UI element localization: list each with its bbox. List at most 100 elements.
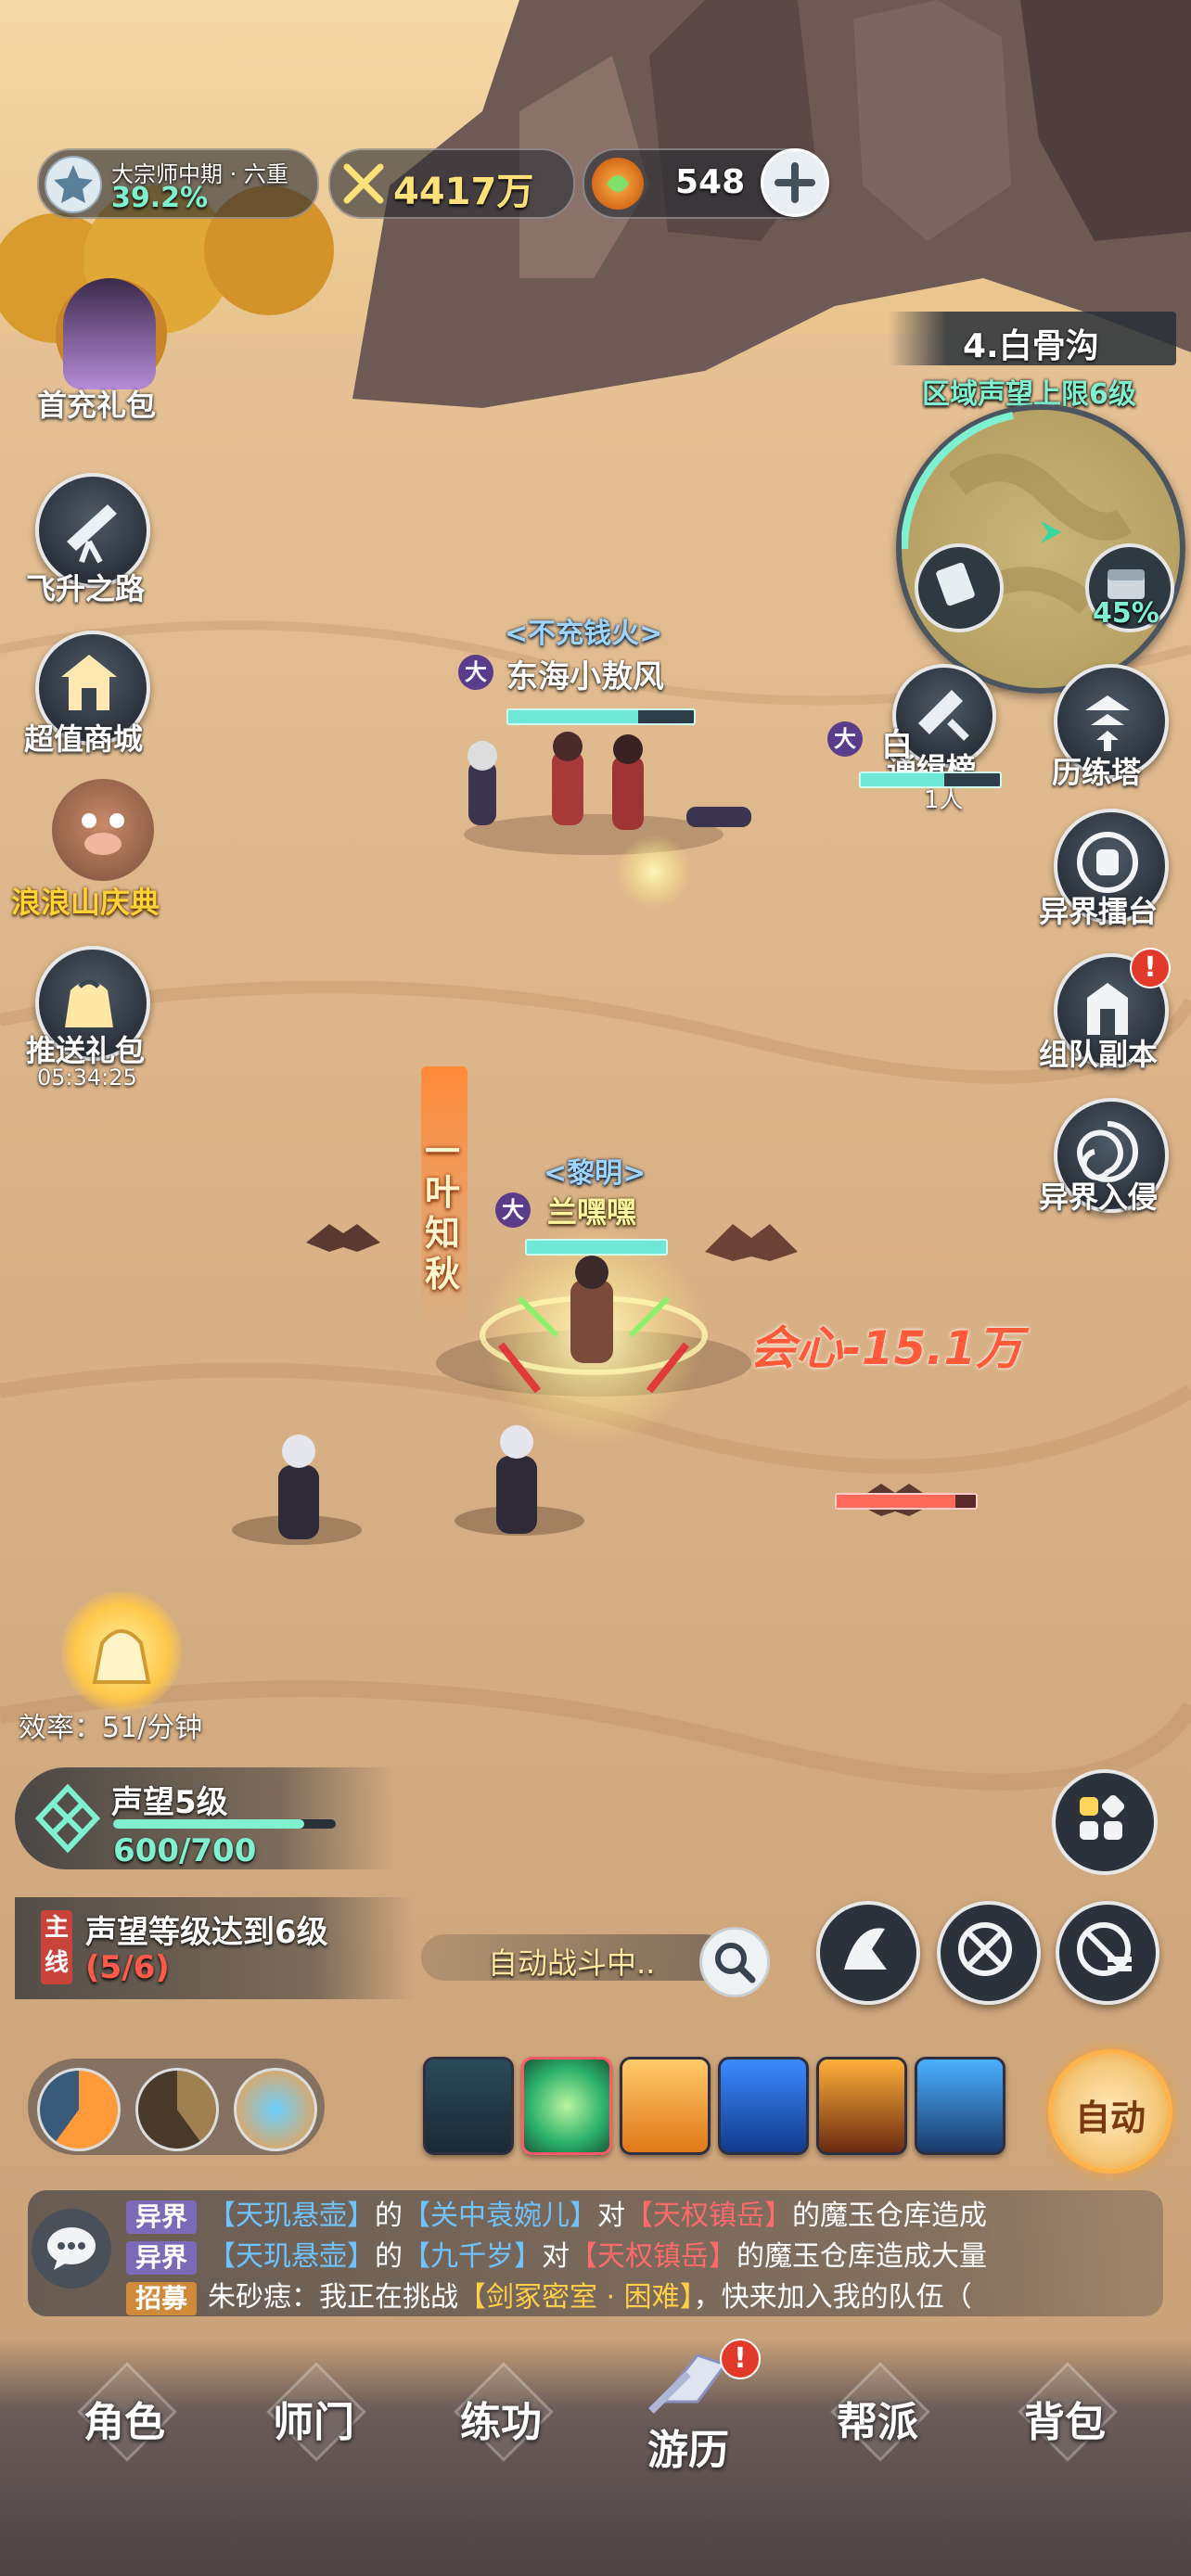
nav-travel-label: 游历 xyxy=(647,2427,729,2474)
power-value: 4417万 xyxy=(393,171,534,213)
main-quest-panel[interactable]: 主线 声望等级达到6级 (5/6) xyxy=(15,1897,414,1999)
arena-button[interactable]: 异界擂台 xyxy=(1030,803,1187,942)
buff-tray xyxy=(28,2059,325,2155)
festival-label: 浪浪山庆典 xyxy=(11,885,160,920)
value-shop-button[interactable]: 超值商城 xyxy=(24,631,173,770)
player-guild: <黎明> xyxy=(544,1157,647,1190)
rank-emblem-icon xyxy=(45,156,102,213)
chat-tag: 异界 xyxy=(126,2200,198,2234)
quest-progress: (5/6) xyxy=(85,1949,170,1986)
grid-menu-icon xyxy=(1080,1794,1125,1840)
crit-damage-text: 会心-15.1万 xyxy=(749,1321,1023,1375)
trial-tower-label: 历练塔 xyxy=(1052,755,1142,790)
skill-dash-button[interactable] xyxy=(816,1901,920,2005)
reputation-progress-bar xyxy=(113,1819,336,1829)
invasion-label: 异界入侵 xyxy=(1039,1180,1159,1215)
buff-meditate-icon[interactable] xyxy=(37,2068,121,2151)
arena-label: 异界擂台 xyxy=(1039,894,1159,929)
map-book-icon xyxy=(936,562,975,606)
jade-currency-icon xyxy=(592,158,644,210)
zone-name: 4.白骨沟 xyxy=(963,327,1099,365)
efficiency-label: 效率：51/分钟 xyxy=(19,1712,203,1744)
skill-target-settings-button[interactable] xyxy=(1056,1901,1159,2005)
power-panel: 4417万 xyxy=(328,148,575,219)
menu-grid-button[interactable] xyxy=(1052,1769,1158,1875)
nav-bag-label: 背包 xyxy=(1024,2399,1106,2446)
nav-practice[interactable]: 练功 xyxy=(436,2362,566,2465)
npc2-hp-bar xyxy=(859,772,1002,788)
team-dungeon-button[interactable]: ! 组队副本 xyxy=(1030,948,1187,1087)
buff-shield-icon[interactable] xyxy=(135,2068,219,2151)
nav-sect[interactable]: 师门 xyxy=(249,2362,378,2465)
chat-line-3: 招募 朱砂痣：我正在挑战【剑冢密室 · 困难】，快来加入我的队伍（ xyxy=(126,2274,972,2315)
rank-progress: 39.2% xyxy=(111,182,209,214)
rank-panel[interactable]: 大宗师中期 · 六重 39.2% xyxy=(37,148,319,219)
skill-slot-6[interactable] xyxy=(915,2057,1005,2155)
map-book-button[interactable] xyxy=(915,543,1004,632)
efficiency-bag-button[interactable] xyxy=(61,1591,182,1712)
chat-line-1: 异界 【天玑悬壶】的【关中袁婉儿】对【天权镇岳】的魔玉仓库造成 xyxy=(126,2192,987,2234)
plus-icon xyxy=(775,162,815,203)
trial-tower-button[interactable]: 历练塔 xyxy=(1039,658,1178,797)
travel-alert-badge-icon: ! xyxy=(720,2339,761,2379)
skill-slot-4[interactable] xyxy=(718,2057,809,2155)
auto-button-label: 自动 xyxy=(1074,2098,1146,2138)
ascension-road-label: 飞升之路 xyxy=(26,571,146,606)
dash-kick-icon xyxy=(844,1928,887,1970)
nav-travel[interactable]: ! 游历 xyxy=(623,2337,761,2476)
player-rank-badge: 大 xyxy=(495,1192,531,1228)
chat-bubble-button[interactable] xyxy=(32,2209,111,2289)
npc1-guild: <不充钱火> xyxy=(505,618,663,650)
skill-target-button[interactable] xyxy=(937,1901,1041,2005)
player-name: 兰嘿嘿 xyxy=(547,1194,637,1230)
nav-guild[interactable]: 帮派 xyxy=(813,2362,942,2465)
skill-slot-2[interactable] xyxy=(521,2057,612,2155)
npc1-rank-badge: 大 xyxy=(458,655,493,690)
invasion-button[interactable]: 异界入侵 xyxy=(1030,1092,1187,1231)
skill-slot-1[interactable] xyxy=(423,2057,514,2155)
npc1-hp-bar xyxy=(506,708,696,725)
player-hp-bar xyxy=(525,1239,668,1256)
npc2-rank-badge: 大 xyxy=(827,721,863,757)
npc2-name: 白 xyxy=(881,727,913,764)
crosshair-icon xyxy=(958,1922,1012,1976)
nav-guild-label: 帮派 xyxy=(837,2399,918,2446)
skill-slot-5[interactable] xyxy=(816,2057,907,2155)
girl-avatar-icon xyxy=(63,278,156,389)
push-gift-timer: 05:34:25 xyxy=(37,1065,137,1090)
nav-role-label: 角色 xyxy=(83,2399,165,2446)
auto-button[interactable]: 自动 xyxy=(1048,2049,1172,2174)
festival-button[interactable]: 浪浪山庆典 xyxy=(6,779,191,927)
skill-slot-3[interactable] xyxy=(620,2057,711,2155)
quest-text: 声望等级达到6级 xyxy=(85,1914,328,1951)
buff-runner-icon[interactable] xyxy=(234,2068,317,2151)
nav-practice-label: 练功 xyxy=(460,2399,542,2446)
notification-badge-icon: ! xyxy=(1130,948,1171,988)
nav-bag[interactable]: 背包 xyxy=(1000,2362,1130,2465)
crosshair-settings-icon xyxy=(1077,1922,1132,1976)
enemy-hp-bar xyxy=(835,1493,978,1510)
add-currency-button[interactable] xyxy=(761,148,829,217)
push-gift-button[interactable]: 推送礼包 05:34:25 xyxy=(24,946,173,1113)
map-progress: 45% xyxy=(1093,597,1159,630)
first-recharge-label: 首充礼包 xyxy=(37,388,157,423)
skill-callout: 一叶知秋 xyxy=(425,1131,461,1294)
chat-tag: 异界 xyxy=(126,2240,198,2275)
search-button[interactable] xyxy=(699,1927,770,1997)
nav-role[interactable]: 角色 xyxy=(59,2362,189,2465)
quest-tag: 主线 xyxy=(41,1910,72,1984)
reputation-panel[interactable]: 声望5级 600/700 xyxy=(15,1767,395,1869)
reputation-level: 声望5级 xyxy=(111,1784,228,1821)
team-dungeon-label: 组队副本 xyxy=(1039,1037,1159,1072)
auto-battle-text: 自动战斗中.. xyxy=(488,1945,656,1981)
crossed-swords-icon xyxy=(339,159,388,208)
value-shop-label: 超值商城 xyxy=(24,721,144,757)
first-recharge-button[interactable]: 首充礼包 xyxy=(37,278,176,427)
nav-sect-label: 师门 xyxy=(273,2399,354,2446)
loot-bag-icon xyxy=(92,1629,151,1684)
chat-bubble-icon xyxy=(47,2227,96,2270)
chat-line-2: 异界 【天玑悬壶】的【九千岁】对【天权镇岳】的魔玉仓库造成大量 xyxy=(126,2233,987,2275)
zone-name-banner: 4.白骨沟 xyxy=(889,312,1176,365)
ascension-road-button[interactable]: 飞升之路 xyxy=(24,473,173,612)
search-icon xyxy=(715,1943,756,1983)
